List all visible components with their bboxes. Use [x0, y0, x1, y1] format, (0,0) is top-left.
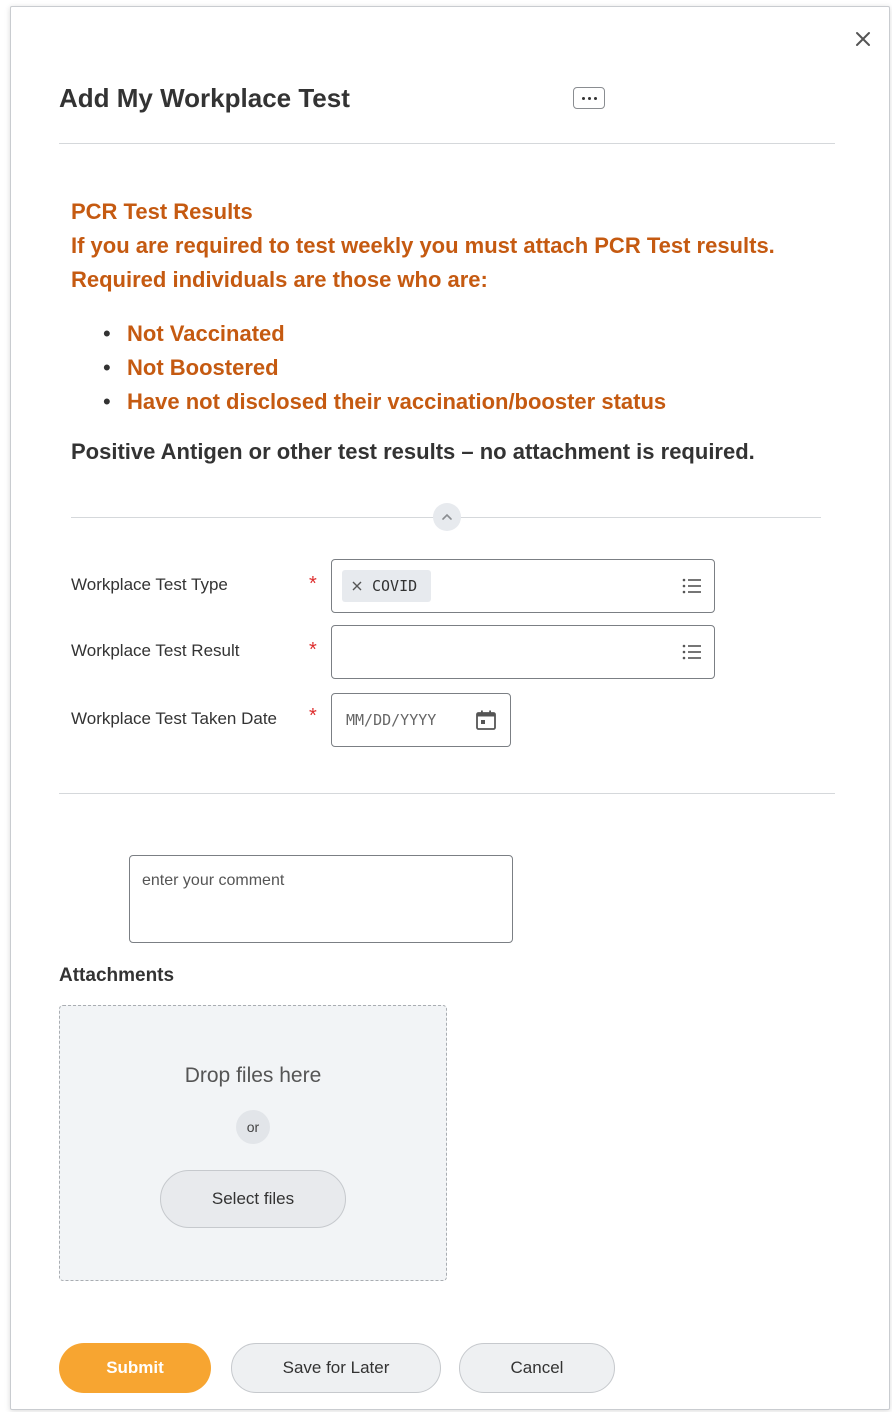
- chevron-up-icon: [442, 513, 452, 520]
- positive-antigen-note: Positive Antigen or other test results –…: [71, 439, 755, 464]
- drop-files-text: Drop files here: [184, 1064, 322, 1087]
- more-dots-icon-3: [593, 96, 597, 100]
- file-dropzone[interactable]: Drop files here or Select files: [59, 1005, 447, 1281]
- list-item: • Not Vaccinated: [71, 317, 831, 351]
- test-result-prompt[interactable]: [331, 625, 715, 679]
- cancel-button[interactable]: Cancel: [459, 1343, 615, 1393]
- notice-heading: PCR Test Results: [71, 199, 253, 224]
- comment-input[interactable]: [129, 855, 513, 943]
- more-options-button[interactable]: [573, 87, 605, 109]
- form-divider: [59, 793, 835, 794]
- remove-chip-icon[interactable]: [352, 581, 362, 591]
- save-for-later-button[interactable]: Save for Later: [231, 1343, 441, 1393]
- more-dots-icon-2: [587, 96, 591, 100]
- notice-line-2: Required individuals are those who are:: [71, 267, 488, 292]
- required-marker: *: [309, 573, 317, 595]
- add-workplace-test-dialog: Add My Workplace Test PCR Test Results I…: [10, 6, 890, 1410]
- close-icon: [856, 32, 870, 46]
- bullet-icon: •: [103, 355, 111, 380]
- list-item: • Not Boostered: [71, 351, 831, 385]
- or-badge: or: [236, 1110, 270, 1144]
- required-marker: *: [309, 705, 317, 727]
- list-item: • Have not disclosed their vaccination/bo…: [71, 385, 831, 419]
- list-icon[interactable]: [680, 574, 704, 598]
- required-individuals-list: • Not Vaccinated • Not Boostered • Have not…: [71, 317, 831, 419]
- notice-line-1: If you are required to test weekly you m…: [71, 233, 775, 258]
- list-icon[interactable]: [680, 640, 704, 664]
- required-marker: *: [309, 639, 317, 661]
- list-item-text: Not Vaccinated: [127, 321, 285, 346]
- test-type-prompt[interactable]: COVID: [331, 559, 715, 613]
- attachments-label: Attachments: [59, 965, 175, 986]
- submit-button[interactable]: Submit: [59, 1343, 211, 1393]
- test-date-field: [331, 693, 511, 747]
- bullet-icon: •: [103, 321, 111, 346]
- chip-label: COVID: [372, 577, 418, 595]
- title-divider: [59, 143, 835, 144]
- list-item-text: Have not disclosed their vaccination/boo…: [127, 389, 667, 414]
- list-item-text: Not Boostered: [127, 355, 279, 380]
- bullet-icon: •: [103, 389, 111, 414]
- dialog-title: Add My Workplace Test: [59, 83, 350, 113]
- select-files-button[interactable]: Select files: [160, 1170, 346, 1228]
- collapse-button[interactable]: [433, 503, 461, 531]
- more-dots-icon: [581, 96, 585, 100]
- date-input[interactable]: [344, 710, 468, 730]
- test-type-label: Workplace Test Type: [71, 575, 228, 594]
- test-result-label: Workplace Test Result: [71, 641, 240, 660]
- close-button[interactable]: [849, 25, 877, 53]
- test-date-label: Workplace Test Taken Date: [71, 709, 278, 728]
- calendar-icon[interactable]: [474, 708, 498, 732]
- selected-chip-covid[interactable]: COVID: [342, 570, 432, 602]
- pcr-notice: PCR Test Results If you are required to …: [71, 195, 831, 419]
